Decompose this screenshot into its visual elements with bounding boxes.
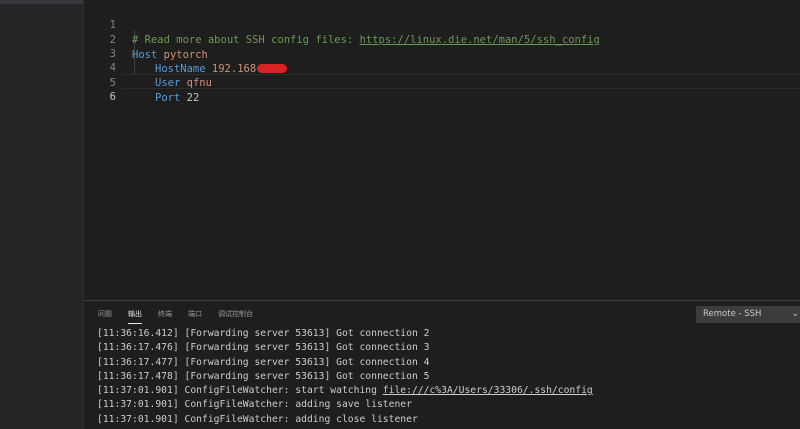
log-line: [11:36:17.477] [Forwarding server 53613]… <box>97 356 430 368</box>
code-line[interactable]: 1 # Read more about SSH config files: ht… <box>84 3 800 46</box>
tab-ports[interactable]: 端口 <box>188 307 202 323</box>
log-line: [11:36:17.476] [Forwarding server 53613]… <box>97 342 430 354</box>
log-line-text: [11:37:01.901] ConfigFileWatcher: start … <box>97 385 383 397</box>
code-editor[interactable]: 1 # Read more about SSH config files: ht… <box>84 0 800 300</box>
tab-problems[interactable]: 问题 <box>98 307 112 323</box>
code-line[interactable]: 2 Host pytorch <box>84 18 800 61</box>
config-file-link[interactable]: file:///c%3A/Users/33306/.ssh/config <box>383 385 593 396</box>
chevron-down-icon: ⌄ <box>791 309 799 319</box>
bottom-panel: 问题 输出 终端 端口 调试控制台 Remote - SSH ⌄ [11:36:… <box>84 300 800 429</box>
output-channel-select[interactable]: Remote - SSH ⌄ <box>696 306 800 323</box>
tab-output[interactable]: 输出 <box>128 307 142 324</box>
log-line: [11:36:17.478] [Forwarding server 53613]… <box>97 370 430 382</box>
code-line[interactable]: 6 <box>84 75 800 103</box>
log-line: [11:36:16.412] [Forwarding server 53613]… <box>97 328 430 339</box>
panel-tabs: 问题 输出 终端 端口 调试控制台 <box>98 307 269 325</box>
tab-terminal[interactable]: 终端 <box>158 307 172 323</box>
log-line: [11:37:01.901] ConfigFileWatcher: start … <box>97 384 797 398</box>
sidebar-header <box>0 0 83 4</box>
port-value: 22 <box>186 92 200 104</box>
code-line[interactable]: 4 User qfnu <box>84 46 800 89</box>
log-line: [11:37:01.901] ConfigFileWatcher: adding… <box>97 413 418 425</box>
output-log[interactable]: [11:36:16.412] [Forwarding server 53613]… <box>97 327 797 427</box>
keyword-port: Port <box>155 92 181 104</box>
tab-debug-console[interactable]: 调试控制台 <box>218 307 253 323</box>
line-number: 6 <box>109 91 116 103</box>
code-line[interactable]: 5 Port 22 <box>84 61 800 104</box>
code-line[interactable]: 3 HostName 192.168 <box>84 32 800 75</box>
sidebar <box>0 0 84 429</box>
output-channel-label: Remote - SSH <box>703 309 762 319</box>
log-line: [11:37:01.901] ConfigFileWatcher: adding… <box>97 399 412 411</box>
vscode-window: 1 # Read more about SSH config files: ht… <box>0 0 800 429</box>
